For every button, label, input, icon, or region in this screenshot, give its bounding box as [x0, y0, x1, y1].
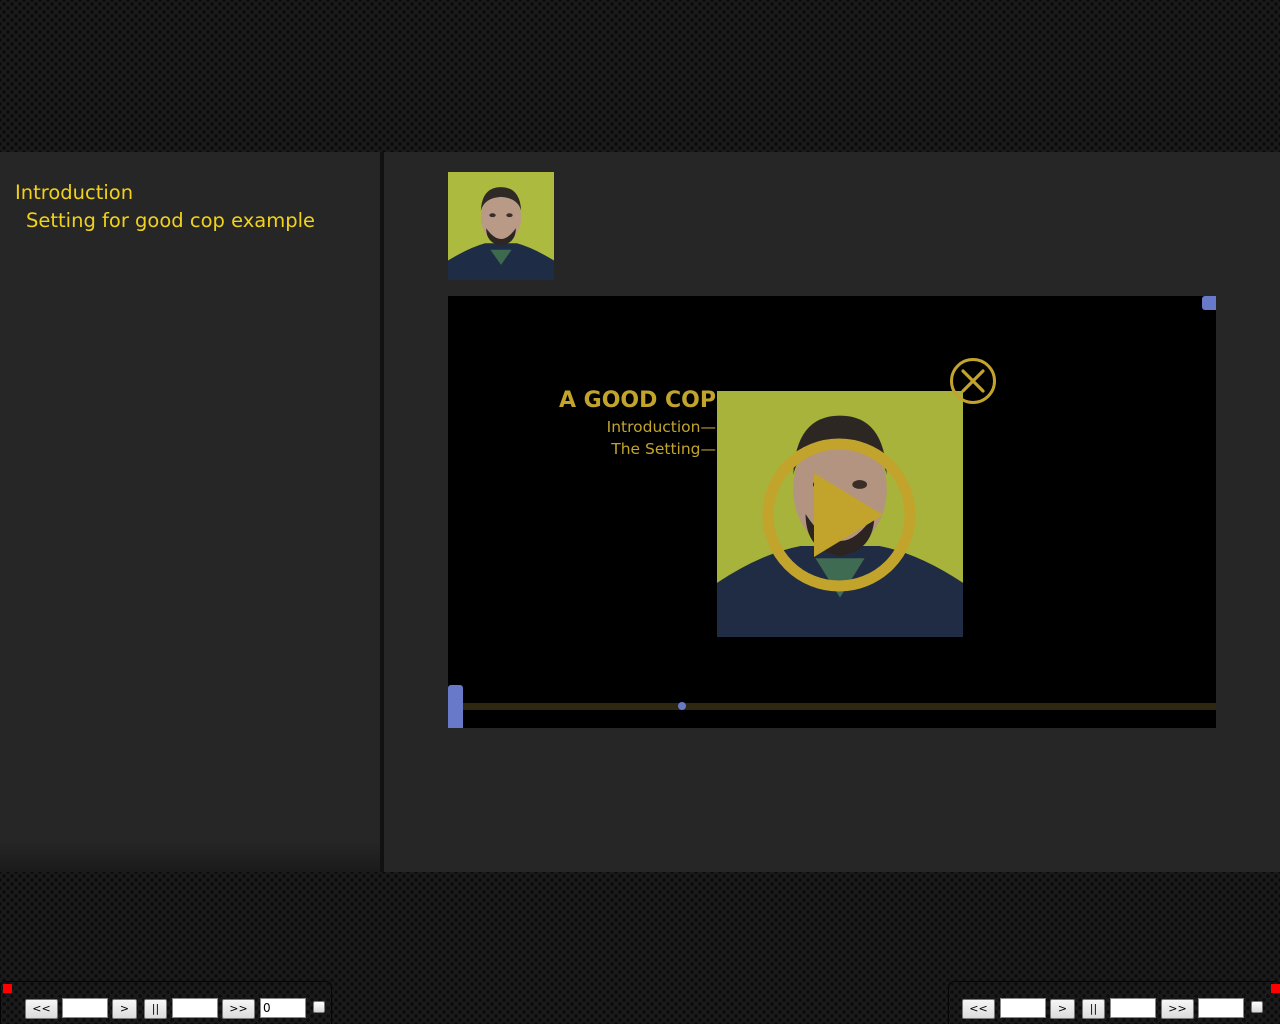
control-bar-left: << > || >>	[0, 981, 332, 1024]
speaker-thumbnail[interactable]	[448, 172, 554, 280]
trim-handle[interactable]	[448, 685, 463, 728]
time-field-2[interactable]	[1110, 998, 1156, 1018]
close-circle-icon[interactable]	[949, 357, 997, 405]
control-bar-right: << > || >>	[948, 981, 1280, 1024]
pause-button[interactable]: ||	[144, 999, 167, 1019]
option-checkbox[interactable]	[1251, 1001, 1263, 1013]
corner-resize-handle[interactable]	[1202, 296, 1216, 310]
seek-thumb[interactable]	[678, 702, 686, 710]
seek-track[interactable]	[463, 703, 1216, 710]
counter-field[interactable]	[260, 998, 306, 1018]
time-field-1[interactable]	[1000, 998, 1046, 1018]
status-indicator	[3, 984, 12, 993]
forward-button[interactable]: >>	[1161, 999, 1194, 1019]
status-indicator	[1271, 984, 1280, 993]
sidebar: Introduction Setting for good cop exampl…	[0, 152, 380, 872]
time-field-1[interactable]	[62, 998, 108, 1018]
slide-title: A GOOD COP	[558, 388, 716, 413]
rewind-button[interactable]: <<	[962, 999, 995, 1019]
slide-subtitle-1: Introduction—	[606, 418, 716, 436]
slide-subtitle-2: The Setting—	[611, 440, 716, 458]
toc-item-introduction[interactable]: Introduction	[15, 181, 133, 204]
video-player[interactable]: A GOOD COP Introduction— The Setting—	[448, 296, 1216, 728]
time-field-3[interactable]	[1198, 998, 1244, 1018]
play-button[interactable]: >	[112, 999, 137, 1019]
forward-button[interactable]: >>	[222, 999, 255, 1019]
play-circle-icon[interactable]	[759, 435, 919, 595]
rewind-button[interactable]: <<	[25, 999, 58, 1019]
time-field-2[interactable]	[172, 998, 218, 1018]
toc-item-setting[interactable]: Setting for good cop example	[26, 209, 315, 232]
speaker-photo-icon	[448, 172, 554, 280]
option-checkbox[interactable]	[313, 1001, 325, 1013]
play-button[interactable]: >	[1050, 999, 1075, 1019]
pause-button[interactable]: ||	[1082, 999, 1105, 1019]
